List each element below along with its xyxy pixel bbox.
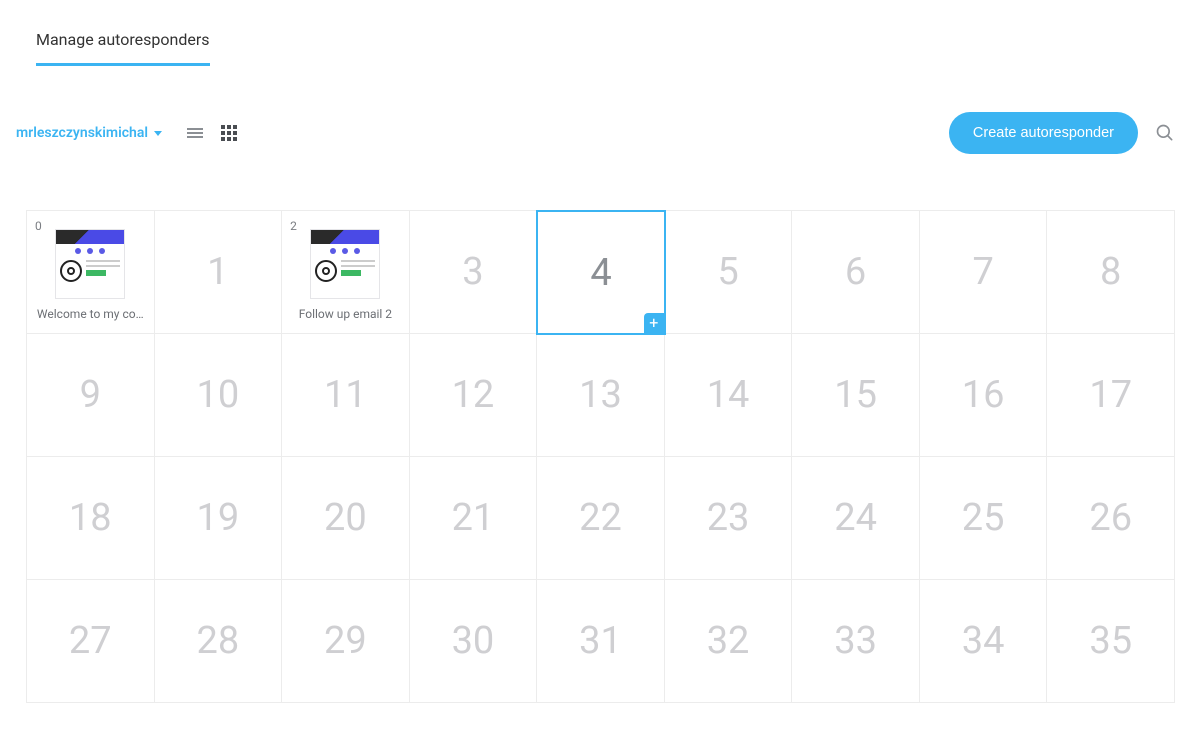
day-number: 8	[1100, 250, 1121, 294]
calendar-day-cell[interactable]: 32	[665, 580, 793, 703]
day-number: 18	[69, 496, 112, 540]
calendar-day-cell[interactable]: 29	[282, 580, 410, 703]
user-dropdown-label: mrleszczynskimichal	[16, 125, 148, 141]
day-number: 12	[452, 373, 495, 417]
day-number: 33	[834, 619, 877, 663]
calendar-day-cell[interactable]: 19	[155, 457, 283, 580]
email-thumbnail	[310, 229, 380, 299]
calendar-day-cell[interactable]: 9	[27, 334, 155, 457]
tab-manage-autoresponders[interactable]: Manage autoresponders	[36, 30, 210, 66]
calendar-day-cell[interactable]: 15	[792, 334, 920, 457]
calendar-day-cell[interactable]: 1	[155, 211, 283, 334]
day-number: 7	[972, 250, 993, 294]
day-number: 25	[962, 496, 1005, 540]
user-dropdown[interactable]: mrleszczynskimichal	[16, 125, 162, 141]
day-number: 14	[707, 373, 750, 417]
day-index-label: 0	[35, 219, 42, 233]
calendar-day-cell[interactable]: 23	[665, 457, 793, 580]
calendar-day-cell[interactable]: 31	[537, 580, 665, 703]
day-number: 11	[324, 373, 367, 417]
calendar-day-cell[interactable]: 35	[1047, 580, 1175, 703]
calendar-day-cell[interactable]: 2 Follow up email 2	[282, 211, 410, 334]
chevron-down-icon	[154, 131, 162, 136]
calendar-day-cell[interactable]: 28	[155, 580, 283, 703]
day-number: 22	[579, 496, 622, 540]
day-number: 31	[579, 619, 622, 663]
calendar-day-cell[interactable]: 13	[537, 334, 665, 457]
day-number: 9	[80, 373, 101, 417]
calendar-day-cell[interactable]: 3	[410, 211, 538, 334]
search-icon	[1155, 123, 1175, 143]
calendar-day-cell[interactable]: 26	[1047, 457, 1175, 580]
day-number: 21	[452, 496, 495, 540]
list-icon	[187, 126, 203, 140]
calendar-day-cell[interactable]: 27	[27, 580, 155, 703]
calendar-day-cell[interactable]: 21	[410, 457, 538, 580]
day-number: 19	[196, 496, 239, 540]
list-view-button[interactable]	[184, 122, 206, 144]
day-number: 3	[462, 250, 483, 294]
email-thumbnail	[55, 229, 125, 299]
calendar-day-cell[interactable]: 22	[537, 457, 665, 580]
search-button[interactable]	[1154, 122, 1176, 144]
calendar-day-cell[interactable]: 14	[665, 334, 793, 457]
calendar-day-cell[interactable]: 16	[920, 334, 1048, 457]
calendar-day-cell[interactable]: 0 Welcome to my co…	[27, 211, 155, 334]
day-number: 13	[579, 373, 622, 417]
calendar-day-cell[interactable]: 30	[410, 580, 538, 703]
day-number: 35	[1089, 619, 1132, 663]
calendar-day-cell[interactable]: 10	[155, 334, 283, 457]
calendar-day-cell[interactable]: 5	[665, 211, 793, 334]
day-number: 10	[196, 373, 239, 417]
day-number: 29	[324, 619, 367, 663]
grid-view-button[interactable]	[218, 122, 240, 144]
email-title: Welcome to my co…	[37, 307, 144, 321]
create-autoresponder-button[interactable]: Create autoresponder	[949, 112, 1138, 154]
day-number: 30	[452, 619, 495, 663]
autoresponder-calendar-grid: 0Welcome to my co…12Follow up email 234+…	[26, 210, 1175, 703]
calendar-day-cell[interactable]: 7	[920, 211, 1048, 334]
calendar-day-cell[interactable]: 24	[792, 457, 920, 580]
day-number: 20	[324, 496, 367, 540]
day-number: 1	[207, 250, 228, 294]
calendar-day-cell[interactable]: 12	[410, 334, 538, 457]
calendar-day-cell[interactable]: 25	[920, 457, 1048, 580]
day-number: 16	[962, 373, 1005, 417]
calendar-day-cell[interactable]: 18	[27, 457, 155, 580]
day-number: 4	[590, 251, 611, 295]
calendar-day-cell[interactable]: 8	[1047, 211, 1175, 334]
add-autoresponder-badge[interactable]: +	[644, 313, 664, 333]
day-number: 26	[1089, 496, 1132, 540]
day-number: 27	[69, 619, 112, 663]
grid-icon	[221, 125, 237, 141]
day-number: 5	[717, 250, 738, 294]
day-number: 15	[834, 373, 877, 417]
calendar-day-cell[interactable]: 20	[282, 457, 410, 580]
calendar-day-cell[interactable]: 34	[920, 580, 1048, 703]
day-number: 34	[962, 619, 1005, 663]
calendar-day-cell[interactable]: 6	[792, 211, 920, 334]
day-number: 23	[707, 496, 750, 540]
day-number: 28	[196, 619, 239, 663]
calendar-day-cell[interactable]: 17	[1047, 334, 1175, 457]
calendar-day-cell[interactable]: 33	[792, 580, 920, 703]
day-number: 17	[1089, 373, 1132, 417]
day-index-label: 2	[290, 219, 297, 233]
email-title: Follow up email 2	[299, 307, 392, 321]
calendar-day-cell[interactable]: 11	[282, 334, 410, 457]
day-number: 6	[845, 250, 866, 294]
calendar-day-cell[interactable]: 4+	[536, 210, 666, 335]
day-number: 32	[707, 619, 750, 663]
day-number: 24	[834, 496, 877, 540]
